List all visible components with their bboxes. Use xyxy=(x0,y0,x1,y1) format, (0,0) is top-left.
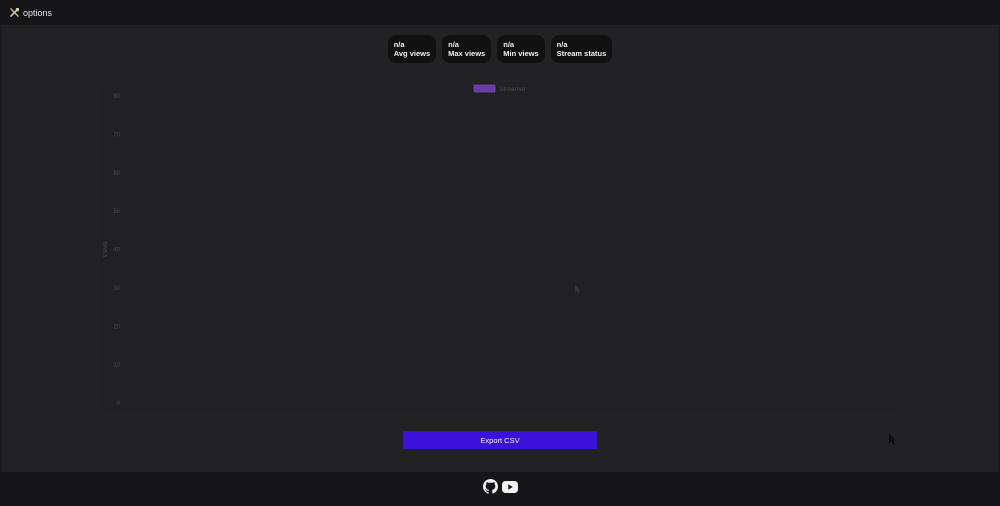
y-tick-label: 30 xyxy=(113,286,120,292)
y-tick-label: 80 xyxy=(113,94,120,100)
mouse-cursor-icon xyxy=(575,285,581,294)
stat-stream-status: n/a Stream status xyxy=(550,35,613,63)
legend-swatch xyxy=(473,84,496,93)
youtube-link[interactable] xyxy=(501,480,518,498)
y-tick-label: 40 xyxy=(113,248,120,254)
youtube-icon xyxy=(501,481,518,493)
tools-icon xyxy=(10,8,19,17)
stat-label: Min views xyxy=(503,49,539,58)
stat-label: Stream status xyxy=(556,49,607,58)
y-tick-label: 20 xyxy=(113,324,120,330)
chart-canvas: 0 10 20 30 40 50 60 70 80 Views Streamer xyxy=(103,84,527,407)
stat-value: n/a xyxy=(503,40,515,49)
top-bar: options xyxy=(0,0,1000,25)
github-link[interactable] xyxy=(482,479,498,499)
stat-value: n/a xyxy=(448,40,459,49)
mouse-cursor-icon xyxy=(889,434,896,444)
footer xyxy=(0,472,1000,506)
stat-avg-views: n/a Avg views xyxy=(387,35,437,63)
main-panel: n/a Avg views n/a Max views n/a Min view… xyxy=(2,25,998,472)
stat-min-views: n/a Min views xyxy=(497,35,545,63)
options-button[interactable]: options xyxy=(10,8,52,18)
views-chart: 0 10 20 30 40 50 60 70 80 Views Streamer xyxy=(100,82,902,412)
github-icon xyxy=(482,479,498,494)
stat-value: n/a xyxy=(556,40,568,49)
y-tick-label: 10 xyxy=(113,363,120,369)
options-label: options xyxy=(23,7,53,18)
legend-label: Streamer xyxy=(499,86,527,93)
stat-value: n/a xyxy=(393,40,405,49)
stat-label: Max views xyxy=(448,49,486,58)
y-tick-label: 70 xyxy=(113,132,120,138)
stats-row: n/a Avg views n/a Max views n/a Min view… xyxy=(2,35,998,63)
y-axis-label: Views xyxy=(103,242,109,258)
y-tick-label: 50 xyxy=(113,209,120,215)
legend-item[interactable]: Streamer xyxy=(473,84,527,93)
stat-max-views: n/a Max views xyxy=(442,35,492,63)
export-csv-button[interactable]: Export CSV xyxy=(403,431,597,449)
y-tick-label: 60 xyxy=(113,171,120,177)
stat-label: Avg views xyxy=(393,49,431,58)
y-tick-label: 0 xyxy=(117,401,121,407)
